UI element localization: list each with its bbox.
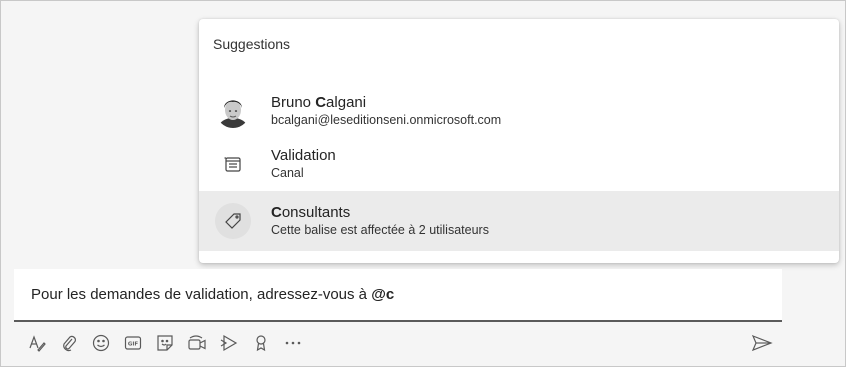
suggestion-name: Consultants — [271, 204, 351, 221]
format-icon[interactable] — [24, 330, 50, 356]
suggestion-item-person[interactable]: Bruno Calgani bcalgani@leseditionseni.on… — [199, 81, 839, 141]
avatar-photo-icon — [216, 94, 250, 128]
suggestion-name: Validation — [271, 147, 336, 164]
mention-suggestions-popup: Suggestions Bruno Calgani bcalgani@lesed… — [199, 19, 839, 263]
suggestions-title: Suggestions — [213, 36, 291, 52]
compose-toolbar: GIF — [14, 326, 782, 362]
gif-icon[interactable]: GIF — [120, 330, 146, 356]
suggestion-item-channel[interactable]: Validation Canal — [199, 134, 839, 194]
message-text: Pour les demandes de validation, adresse… — [31, 286, 395, 303]
suggestion-name: Bruno Calgani — [271, 94, 367, 111]
send-icon[interactable] — [749, 330, 775, 356]
avatar — [215, 93, 251, 129]
attach-icon[interactable] — [56, 330, 82, 356]
mention-query: @c — [371, 286, 395, 303]
chat-panel: Suggestions Bruno Calgani bcalgani@lesed… — [0, 0, 846, 367]
tag-icon — [215, 203, 251, 239]
emoji-icon[interactable] — [88, 330, 114, 356]
more-options-icon[interactable] — [280, 330, 306, 356]
praise-icon[interactable] — [248, 330, 274, 356]
suggestion-type: Canal — [271, 166, 304, 180]
sticker-icon[interactable] — [152, 330, 178, 356]
suggestion-email: bcalgani@leseditionseni.onmicrosoft.com — [271, 113, 502, 127]
stream-icon[interactable] — [216, 330, 242, 356]
meet-now-icon[interactable] — [184, 330, 210, 356]
svg-text:GIF: GIF — [128, 342, 139, 348]
suggestion-item-tag[interactable]: Consultants Cette balise est affectée à … — [199, 191, 839, 251]
message-compose-box[interactable]: Pour les demandes de validation, adresse… — [14, 269, 782, 322]
channel-icon — [215, 146, 251, 182]
suggestion-description: Cette balise est affectée à 2 utilisateu… — [271, 223, 489, 237]
